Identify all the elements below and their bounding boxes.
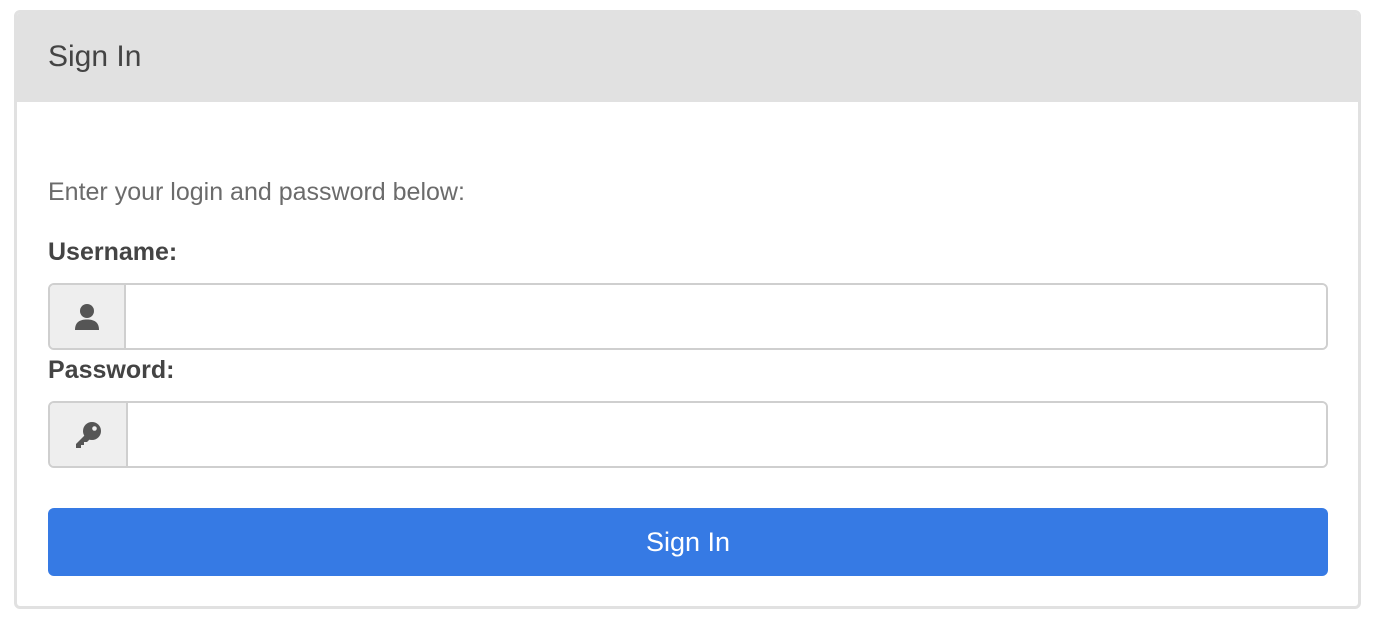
panel-header: Sign In xyxy=(17,13,1358,102)
password-field[interactable] xyxy=(128,403,1326,466)
sign-in-panel: Sign In Enter your login and password be… xyxy=(14,10,1361,609)
username-input-group xyxy=(48,283,1328,350)
username-field[interactable] xyxy=(126,285,1326,348)
password-input-group xyxy=(48,401,1328,468)
login-instructions: Enter your login and password below: xyxy=(48,178,465,206)
sign-in-button[interactable]: Sign In xyxy=(48,508,1328,576)
key-icon xyxy=(73,420,103,450)
panel-title: Sign In xyxy=(48,39,142,73)
password-label: Password: xyxy=(48,356,175,384)
user-icon xyxy=(74,303,100,331)
password-addon xyxy=(50,403,128,466)
username-label: Username: xyxy=(48,238,178,266)
username-addon xyxy=(50,285,126,348)
